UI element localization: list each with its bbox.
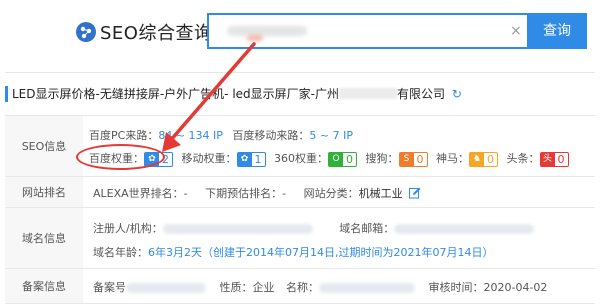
360-weight-badge[interactable]: O0: [328, 151, 357, 167]
icp-number-redacted: [126, 283, 206, 293]
seo-info-content: 百度PC来路：84 ~ 134 IP 百度移动来路：5 ~ 7 IP 百度权重：…: [83, 116, 595, 176]
rank-line: ALEXA世界排名：- 下期预估排名：- 网站分类：机械工业: [93, 185, 421, 201]
age-label: 域名年龄：: [93, 246, 148, 259]
info-table: SEO信息 百度PC来路：84 ~ 134 IP 百度移动来路：5 ~ 7 IP…: [5, 115, 595, 304]
category-label: 网站分类：: [303, 187, 359, 200]
shenma-icon: ♞: [470, 152, 484, 166]
domain-info-row: 域名信息 注册人/机构： 域名邮箱： 域名年龄：6年3月2天（创建于2014年0…: [5, 208, 595, 269]
row-label: 域名信息: [5, 208, 83, 268]
audit-value: 2020-04-02: [483, 281, 548, 294]
age-value: 6年3月2天: [148, 246, 202, 259]
refresh-icon[interactable]: ↻: [452, 87, 462, 101]
highlight-ellipse: [76, 144, 165, 170]
toutiao-weight-badge[interactable]: 头0: [539, 151, 569, 167]
toutiao-weight-label: 头条：: [506, 152, 540, 165]
alexa-value: -: [183, 187, 188, 200]
company-title-suffix: 有限公司: [396, 87, 445, 101]
sogou-weight-label: 搜狗：: [365, 152, 399, 165]
audit-label: 审核时间：: [428, 281, 484, 294]
clear-icon[interactable]: ×: [510, 23, 522, 39]
logo-text: SEO综合查询: [100, 23, 213, 44]
site-rank-row: 网站排名 ALEXA世界排名：- 下期预估排名：- 网站分类：机械工业: [5, 177, 595, 208]
search-value-redacted: [247, 35, 263, 41]
search-input[interactable]: ×: [207, 13, 527, 49]
toutiao-icon: 头: [540, 152, 555, 166]
icp-number-label: 备案号: [93, 281, 126, 294]
360-icon: O: [329, 152, 343, 166]
nature-label: 性质：: [219, 281, 253, 294]
nature-value: 企业: [252, 281, 275, 294]
icp-info-content: 备案号 性质：企业 名称： 审核时间：2020-04-02: [83, 269, 595, 303]
logo[interactable]: SEO综合查询: [76, 19, 212, 45]
mobile-weight-label: 移动权重：: [181, 152, 237, 165]
pc-traffic-value[interactable]: 84 ~ 134 IP: [158, 129, 223, 142]
edit-icon[interactable]: [409, 187, 421, 199]
company-name-redacted: [338, 88, 397, 99]
shenma-weight-label: 神马：: [436, 152, 469, 165]
sogou-icon: S: [399, 152, 414, 166]
domain-info-content: 注册人/机构： 域名邮箱： 域名年龄：6年3月2天（创建于2014年07月14日…: [83, 208, 595, 268]
email-redacted: [394, 224, 535, 234]
registrant-redacted: [162, 224, 313, 234]
company-title-prefix: LED显示屏价格-无缝拼接屏-户外广告机- led显示屏厂家-广州: [12, 87, 339, 101]
search-value-redacted: [227, 26, 307, 36]
predict-label: 下期预估排名：: [205, 187, 283, 200]
icp-info-row: 备案信息 备案号 性质：企业 名称： 审核时间：2020-04-02: [5, 269, 595, 304]
row-label: SEO信息: [5, 116, 83, 176]
search-button[interactable]: 查询: [527, 13, 587, 49]
age-detail: （创建于2014年07月14日,过期时间为2021年07月14日）: [202, 246, 494, 259]
paw-icon: ✿: [237, 152, 252, 166]
alexa-label: ALEXA世界排名：: [93, 187, 184, 200]
name-label: 名称：: [286, 281, 319, 294]
row-label: 网站排名: [5, 177, 83, 207]
site-rank-content: ALEXA世界排名：- 下期预估排名：- 网站分类：机械工业: [83, 177, 595, 207]
category-value: 机械工业: [358, 187, 403, 200]
age-line: 域名年龄：6年3月2天（创建于2014年07月14日,过期时间为2021年07月…: [93, 244, 493, 260]
registrant-label: 注册人/机构：: [93, 222, 163, 235]
page-title: LED显示屏价格-无缝拼接屏-户外广告机- led显示屏厂家-广州 有限公司 ↻: [5, 86, 462, 102]
pc-traffic-label: 百度PC来路：: [89, 129, 159, 142]
name-redacted: [319, 283, 415, 293]
mobile-weight-badge[interactable]: ✿ 1: [236, 151, 266, 167]
registrant-line: 注册人/机构： 域名邮箱：: [93, 220, 535, 236]
header: SEO综合查询 × 查询: [0, 0, 600, 66]
predict-value: -: [282, 187, 287, 200]
mobile-traffic-label: 百度移动来路：: [232, 129, 310, 142]
divider: [5, 72, 595, 73]
traffic-line: 百度PC来路：84 ~ 134 IP 百度移动来路：5 ~ 7 IP: [89, 127, 353, 143]
email-label: 域名邮箱：: [339, 222, 395, 235]
row-label: 备案信息: [5, 269, 83, 303]
sogou-weight-badge[interactable]: S0: [398, 151, 428, 167]
shenma-weight-badge[interactable]: ♞ 0: [469, 151, 498, 167]
icp-line: 备案号 性质：企业 名称： 审核时间：2020-04-02: [93, 279, 547, 295]
360-weight-label: 360权重：: [274, 152, 328, 165]
mobile-traffic-value[interactable]: 5 ~ 7 IP: [309, 129, 353, 142]
logo-icon: [76, 22, 96, 42]
